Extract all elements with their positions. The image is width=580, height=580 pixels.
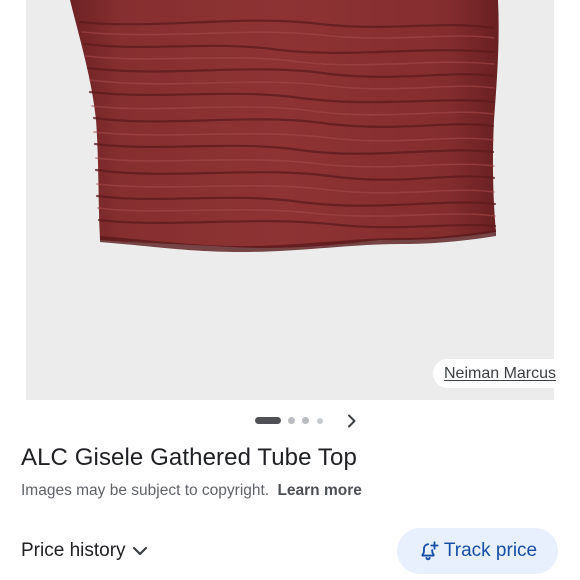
price-history-toggle[interactable]: Price history bbox=[21, 538, 148, 564]
copyright-text: Images may be subject to copyright. bbox=[21, 482, 270, 499]
chevron-down-icon bbox=[132, 546, 147, 556]
track-price-button[interactable]: Track price bbox=[397, 528, 558, 574]
carousel-next-button[interactable] bbox=[343, 411, 361, 431]
source-link[interactable]: Neiman Marcus bbox=[433, 359, 568, 388]
chevron-right-icon bbox=[348, 414, 356, 428]
copyright-notice: Images may be subject to copyright. Lear… bbox=[21, 482, 362, 500]
bell-plus-icon bbox=[421, 541, 439, 561]
carousel-dot-active[interactable] bbox=[255, 417, 281, 424]
carousel-dot[interactable] bbox=[288, 417, 295, 424]
learn-more-link[interactable]: Learn more bbox=[277, 482, 361, 499]
carousel-dot[interactable] bbox=[317, 418, 323, 424]
carousel-dot[interactable] bbox=[302, 417, 309, 424]
product-page: Neiman Marcus ALC Gisele Gathered Tube T… bbox=[0, 0, 580, 580]
price-history-label: Price history bbox=[21, 540, 126, 561]
track-price-label: Track price bbox=[443, 540, 538, 561]
product-title: ALC Gisele Gathered Tube Top bbox=[21, 444, 357, 471]
image-carousel-indicator bbox=[0, 408, 580, 434]
product-image-area[interactable]: Neiman Marcus bbox=[0, 0, 580, 400]
product-photo bbox=[70, 0, 499, 252]
